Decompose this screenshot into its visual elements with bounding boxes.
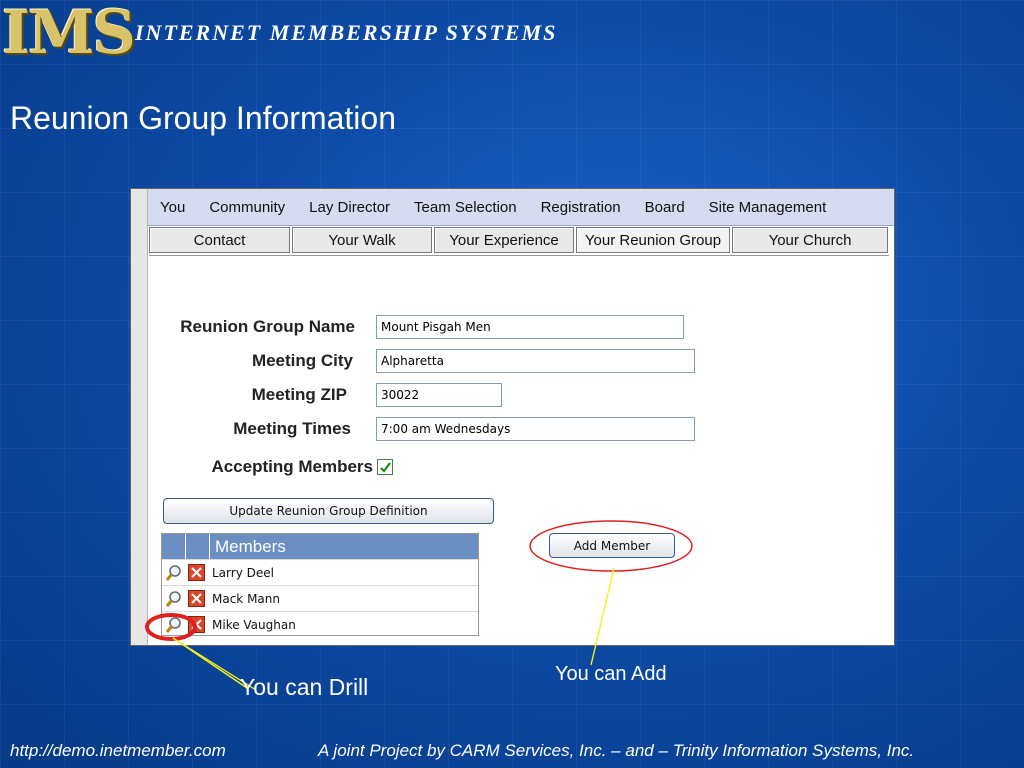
drill-highlight-circle	[145, 613, 197, 641]
add-annotation: You can Add	[555, 663, 667, 685]
annotation-overlay	[145, 520, 693, 691]
add-pointer-line	[590, 567, 615, 666]
footer-url[interactable]: http://demo.inetmember.com	[10, 741, 226, 761]
drill-annotation: You can Drill	[240, 674, 369, 700]
footer-credit: A joint Project by CARM Services, Inc. –…	[318, 741, 915, 760]
add-member-highlight-circle	[529, 520, 693, 572]
